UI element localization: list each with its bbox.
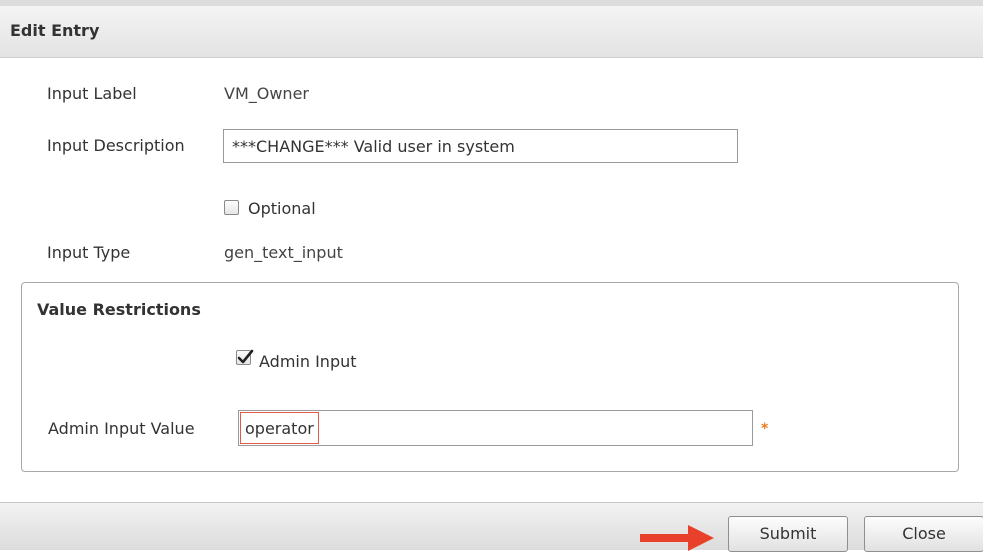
input-type-label: Input Type <box>47 243 131 262</box>
dialog-title: Edit Entry <box>10 21 100 40</box>
required-marker: * <box>761 421 769 437</box>
admin-input-value-field[interactable]: operator <box>238 410 753 446</box>
input-label-value: VM_Owner <box>224 84 309 103</box>
checkmark-icon <box>237 349 254 364</box>
optional-checkbox[interactable] <box>224 200 239 215</box>
admin-input-value-text: operator <box>240 412 319 444</box>
input-description-field[interactable] <box>223 129 738 163</box>
input-description-label: Input Description <box>47 136 185 155</box>
optional-label: Optional <box>248 199 316 218</box>
value-restrictions-legend: Value Restrictions <box>37 300 201 319</box>
dialog-titlebar: Edit Entry <box>0 0 983 58</box>
input-label-label: Input Label <box>47 84 137 103</box>
close-button[interactable]: Close <box>864 516 983 552</box>
submit-button[interactable]: Submit <box>728 516 848 552</box>
input-type-value: gen_text_input <box>224 243 343 262</box>
admin-input-label: Admin Input <box>259 352 357 371</box>
edit-entry-dialog: Edit Entry Input Label VM_Owner Input De… <box>0 0 983 552</box>
admin-input-value-label: Admin Input Value <box>48 419 195 438</box>
admin-input-checkbox[interactable] <box>236 349 254 365</box>
arrow-right-icon <box>640 525 714 551</box>
